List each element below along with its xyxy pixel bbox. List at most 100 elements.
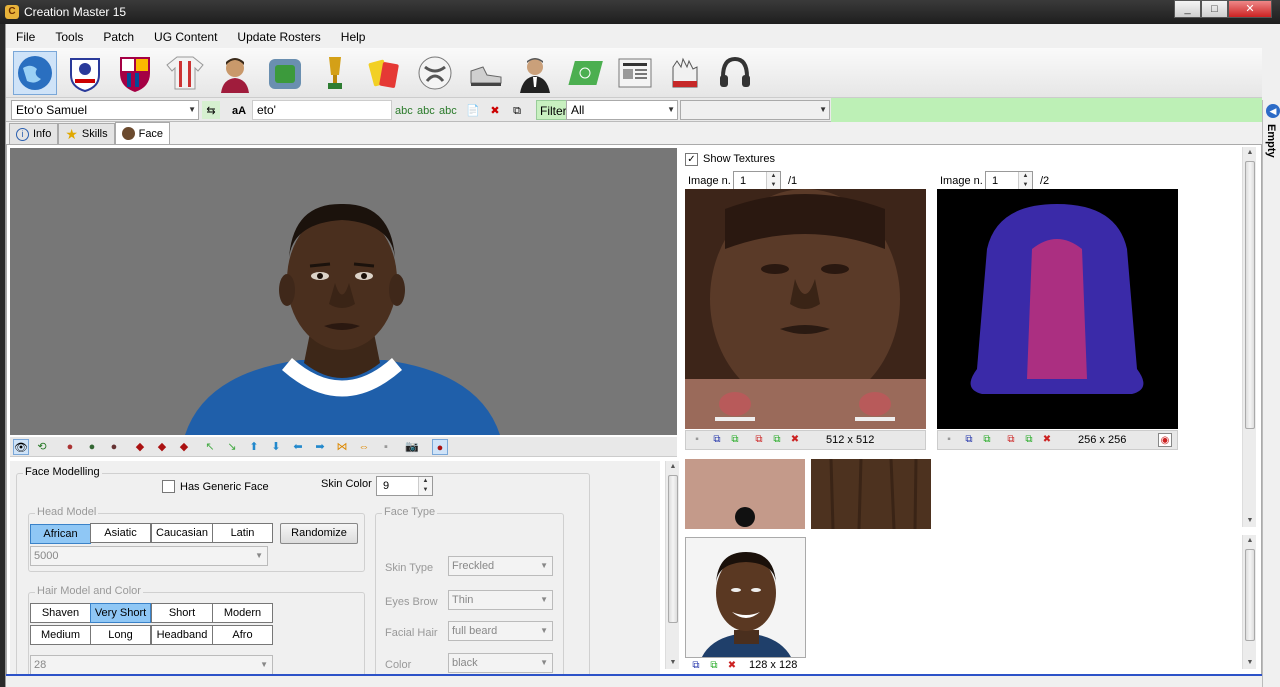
menu-update-rosters[interactable]: Update Rosters [227,26,330,48]
refresh-icon[interactable]: ⇆ [202,101,220,119]
abc-search-icon[interactable]: abc [394,101,413,119]
hair-medium-button[interactable]: Medium [30,625,91,645]
head-front-icon[interactable]: ● [62,439,78,455]
head-left-icon[interactable]: ● [84,439,100,455]
new-item-icon[interactable]: 📄 [464,101,482,119]
eye-icon[interactable]: 👁 [13,439,29,455]
delete-texture-icon[interactable]: ✖ [788,433,802,447]
rotate-left-icon[interactable]: ◆ [132,439,148,455]
move-down-right-icon[interactable]: ↘ [224,439,240,455]
stepper-arrows-icon[interactable]: ▲ ▼ [1018,172,1032,190]
head-latin-button[interactable]: Latin [212,523,273,543]
manager-icon[interactable] [513,51,557,95]
minimize-button[interactable]: _ [1174,0,1201,18]
import-texture-icon[interactable]: ⧉ [710,433,724,447]
close-button[interactable]: ✕ [1228,0,1272,18]
save-texture-icon[interactable]: ▪ [690,433,704,447]
head-right-icon[interactable]: ● [106,439,122,455]
globe-icon[interactable] [13,51,57,95]
pitch-icon[interactable] [563,51,607,95]
export-texture-icon[interactable]: ⧉ [728,433,742,447]
photos-scrollbar[interactable]: ▲ ▼ [1242,535,1256,669]
arrow-left-icon[interactable]: ⬅ [290,439,306,455]
color-wheel-icon[interactable]: ◉ [1158,433,1172,447]
arrow-up-icon[interactable]: ⬆ [246,439,262,455]
generic-face-checkbox[interactable] [162,480,175,493]
move-up-left-icon[interactable]: ↖ [202,439,218,455]
zoom-out-icon[interactable]: ⇔ [356,439,372,455]
rotate-right-icon[interactable]: ◆ [176,439,192,455]
newspaper-icon[interactable] [613,51,657,95]
hair-very-short-button[interactable]: Very Short [90,603,151,623]
skin-color-stepper[interactable]: 9 ▲ ▼ [376,476,433,496]
player-icon[interactable] [213,51,257,95]
scroll-up-icon[interactable]: ▲ [1243,535,1257,547]
gloves-icon[interactable] [663,51,707,95]
refresh-view-icon[interactable]: ⟲ [34,439,50,455]
tab-face[interactable]: Face [114,122,171,144]
stadium-icon[interactable] [263,51,307,95]
import-texture-icon[interactable]: ⧉ [962,433,976,447]
menu-help[interactable]: Help [331,26,376,48]
hair-shaven-button[interactable]: Shaven [30,603,91,623]
textures-scrollbar[interactable]: ▲ ▼ [1242,147,1256,527]
head-caucasian-button[interactable]: Caucasian [151,523,213,543]
headphones-icon[interactable] [713,51,757,95]
scroll-thumb[interactable] [668,475,678,623]
scroll-thumb[interactable] [1245,549,1255,641]
save-disabled-icon[interactable]: ▪ [378,439,394,455]
tab-info[interactable]: i Info [9,123,59,144]
delete-item-icon[interactable]: ✖ [486,101,504,119]
hair-model-select[interactable]: 28 ▼ [30,655,273,675]
hair-image-number-stepper[interactable]: 1 ▲ ▼ [985,171,1033,191]
save-texture-icon[interactable]: ▪ [942,433,956,447]
hair-afro-button[interactable]: Afro [212,625,273,645]
helmet-icon[interactable]: ● [432,439,448,455]
menu-ug-content[interactable]: UG Content [144,26,227,48]
menu-patch[interactable]: Patch [93,26,144,48]
tab-skills[interactable]: ★ Skills [58,123,115,144]
copy-item-icon[interactable]: ⧉ [508,101,526,119]
menu-file[interactable]: File [6,26,45,48]
abc-search-prev-icon[interactable]: abc [416,101,435,119]
filter2-select[interactable]: ▼ [680,100,830,120]
scroll-thumb[interactable] [1245,161,1255,429]
facial-hair-select[interactable]: full beard ▼ [448,621,553,641]
ball-icon[interactable] [413,51,457,95]
hair-short-button[interactable]: Short [151,603,213,623]
add-texture-icon[interactable]: ⧉ [1022,433,1036,447]
jersey-icon[interactable] [163,51,207,95]
remove-texture-icon[interactable]: ⧉ [1004,433,1018,447]
skin-type-select[interactable]: Freckled ▼ [448,556,553,576]
zoom-in-icon[interactable]: ⋈ [334,439,350,455]
delete-texture-icon[interactable]: ✖ [1040,433,1054,447]
scroll-down-icon[interactable]: ▼ [666,657,680,669]
stepper-arrows-icon[interactable]: ▲ ▼ [766,172,780,190]
hair-long-button[interactable]: Long [90,625,151,645]
search-input[interactable]: eto' [252,100,392,120]
camera-icon[interactable]: 📷 [404,439,420,455]
boot-icon[interactable] [463,51,507,95]
head-model-select[interactable]: 5000 ▼ [30,546,268,566]
scroll-up-icon[interactable]: ▲ [666,461,680,473]
scroll-down-icon[interactable]: ▼ [1243,657,1257,669]
abc-search-next-icon[interactable]: abc [438,101,457,119]
randomize-button[interactable]: Randomize [280,523,358,544]
remove-texture-icon[interactable]: ⧉ [752,433,766,447]
import-photo-icon[interactable]: ⧉ [689,659,703,673]
face-3d-viewport[interactable] [10,148,677,435]
delete-photo-icon[interactable]: ✖ [725,659,739,673]
menu-tools[interactable]: Tools [45,26,93,48]
rotate-down-icon[interactable]: ◆ [154,439,170,455]
hair-color-select[interactable]: black ▼ [448,653,553,673]
export-texture-icon[interactable]: ⧉ [980,433,994,447]
hair-modern-button[interactable]: Modern [212,603,273,623]
side-panel-tab[interactable]: ◀ Empty [1262,100,1280,687]
scroll-down-icon[interactable]: ▼ [1243,515,1257,527]
referee-card-icon[interactable] [363,51,407,95]
trophy-icon[interactable] [313,51,357,95]
hair-headband-button[interactable]: Headband [151,625,213,645]
add-texture-icon[interactable]: ⧉ [770,433,784,447]
premier-league-icon[interactable] [63,51,107,95]
maximize-button[interactable]: □ [1201,0,1228,18]
